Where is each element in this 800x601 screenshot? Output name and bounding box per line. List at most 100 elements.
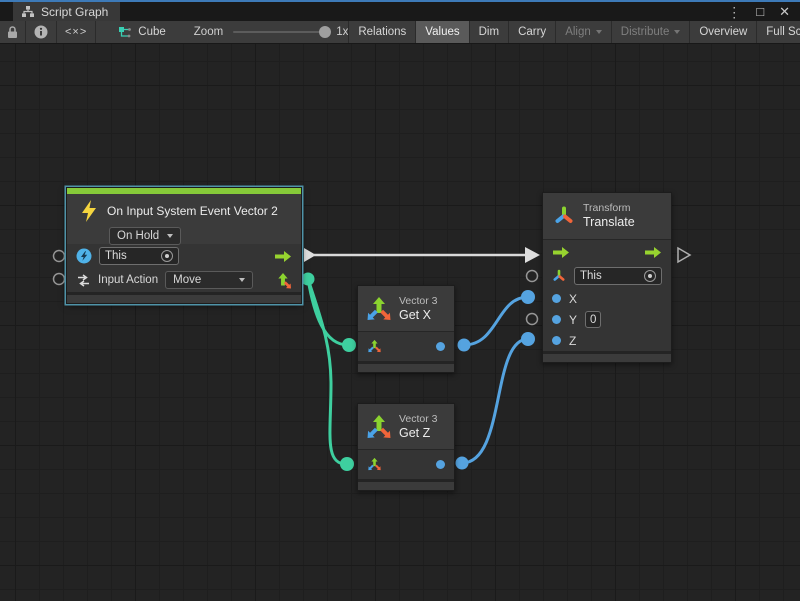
dim-button[interactable]: Dim [469, 21, 508, 43]
node-on-input-system-event[interactable]: On Input System Event Vector 2 On Hold T… [66, 187, 302, 304]
translate-flow-in-arrowhead[interactable] [525, 247, 540, 263]
getz-output-connection-dot[interactable] [456, 457, 469, 470]
translate-y-input-port[interactable] [552, 315, 561, 324]
dropdown-caret-icon [596, 30, 602, 34]
getz-node-footer [358, 479, 454, 490]
graph-name-label: Cube [138, 26, 166, 38]
carry-button[interactable]: Carry [508, 21, 555, 43]
tab-bar: Script Graph ⋮ □ ✕ [0, 2, 800, 21]
event-vector2-out-port[interactable] [302, 273, 315, 286]
flow-out-arrow-icon[interactable] [644, 246, 662, 259]
transform-icon [553, 205, 575, 227]
translate-type-label: Transform [583, 201, 635, 215]
event-node-footer [67, 292, 301, 303]
dropdown-caret-icon [167, 234, 173, 238]
event-node-header: On Input System Event Vector 2 On Hold [67, 194, 301, 244]
zoom-value-label: 1x [336, 26, 348, 38]
overview-button[interactable]: Overview [689, 21, 756, 43]
translate-x-input-port[interactable] [552, 294, 561, 303]
toolbar-buttons: Relations Values Dim Carry Align Distrib… [348, 21, 800, 43]
code-view-button[interactable]: <×> [57, 21, 96, 43]
wire-getz-to-translate-z[interactable] [462, 339, 528, 463]
input-action-label: Input Action [98, 274, 158, 286]
translate-x-label: X [569, 292, 577, 306]
wire-event-to-getz[interactable] [308, 279, 346, 464]
window-maximize-button[interactable]: □ [756, 5, 764, 18]
object-picker-icon[interactable] [161, 250, 173, 262]
graph-toolbar: <×> Cube Zoom 1x Relations Values [0, 21, 800, 44]
translate-z-label: Z [569, 334, 576, 348]
getx-title: Get X [399, 308, 438, 324]
distribute-dropdown-button[interactable]: Distribute [611, 21, 690, 43]
info-button[interactable] [26, 21, 57, 43]
dropdown-caret-icon [674, 30, 680, 34]
vector2-type-icon [276, 272, 292, 289]
node-vector3-get-x[interactable]: Vector 3 Get X [357, 285, 455, 373]
translate-x-connection-dot[interactable] [521, 290, 535, 304]
relations-button[interactable]: Relations [348, 21, 415, 43]
translate-y-value-field[interactable]: 0 [585, 311, 601, 328]
node-vector3-get-z[interactable]: Vector 3 Get Z [357, 403, 455, 491]
info-icon [34, 25, 48, 39]
translate-z-input-port[interactable] [552, 336, 561, 345]
graph-breadcrumb[interactable]: Cube [112, 21, 172, 43]
event-mode-dropdown[interactable]: On Hold [109, 227, 181, 245]
event-this-row: This [67, 244, 301, 268]
getx-input-connection-dot[interactable] [342, 338, 356, 352]
zoom-slider-track[interactable] [233, 31, 328, 33]
getz-output-port[interactable] [436, 460, 445, 469]
getx-node-header: Vector 3 Get X [358, 286, 454, 332]
event-flow-out-port[interactable] [304, 248, 316, 262]
translate-y-port[interactable] [527, 314, 538, 325]
getz-type-label: Vector 3 [399, 412, 438, 426]
dropdown-caret-icon [239, 278, 245, 282]
object-picker-icon[interactable] [644, 270, 656, 282]
graph-hierarchy-icon [21, 5, 35, 18]
input-action-dropdown[interactable]: Move [165, 271, 253, 289]
translate-title: Translate [583, 215, 635, 231]
wire-getx-to-translate-x[interactable] [464, 297, 528, 345]
graph-asset-icon [118, 26, 132, 39]
translate-this-port[interactable] [527, 271, 538, 282]
code-icon: <×> [65, 26, 87, 38]
translate-z-row: Z [543, 330, 671, 351]
getz-port-row [358, 450, 454, 479]
vector3-input-port-icon[interactable] [367, 457, 382, 472]
transform-mini-icon [552, 269, 566, 283]
event-this-port[interactable] [54, 251, 65, 262]
full-screen-button[interactable]: Full Screen [756, 21, 800, 43]
vector3-input-port-icon[interactable] [367, 339, 382, 354]
node-transform-translate[interactable]: Transform Translate [542, 192, 672, 363]
script-graph-window: Script Graph ⋮ □ ✕ [0, 0, 800, 601]
window-close-button[interactable]: ✕ [779, 5, 790, 18]
translate-node-header: Transform Translate [543, 193, 671, 240]
align-dropdown-button[interactable]: Align [555, 21, 611, 43]
tab-script-graph[interactable]: Script Graph [13, 2, 120, 21]
flow-arrow-icon [274, 250, 292, 263]
lightning-bolt-icon [79, 199, 99, 223]
getx-output-connection-dot[interactable] [458, 339, 471, 352]
event-this-field[interactable]: This [99, 247, 179, 265]
values-button[interactable]: Values [415, 21, 468, 43]
vector3-icon [366, 296, 392, 322]
event-input-action-port[interactable] [54, 274, 65, 285]
event-node-title: On Input System Event Vector 2 [107, 204, 278, 218]
translate-z-connection-dot[interactable] [521, 332, 535, 346]
flow-in-arrow-icon[interactable] [552, 246, 570, 259]
translate-node-footer [543, 351, 671, 362]
translate-flow-out-port[interactable] [678, 248, 690, 262]
vector3-icon [366, 414, 392, 440]
window-menu-button[interactable]: ⋮ [727, 5, 741, 19]
lock-button[interactable] [0, 21, 26, 43]
getz-node-header: Vector 3 Get Z [358, 404, 454, 450]
wire-event-to-getx[interactable] [308, 279, 348, 345]
translate-this-field[interactable]: This [574, 267, 662, 285]
getz-input-connection-dot[interactable] [340, 457, 354, 471]
getx-node-footer [358, 361, 454, 372]
gameobject-icon [76, 248, 92, 264]
translate-this-row: This [543, 264, 671, 288]
zoom-label: Zoom [194, 26, 223, 38]
graph-canvas[interactable]: On Input System Event Vector 2 On Hold T… [0, 44, 800, 601]
getx-output-port[interactable] [436, 342, 445, 351]
zoom-slider-handle[interactable] [319, 26, 331, 38]
